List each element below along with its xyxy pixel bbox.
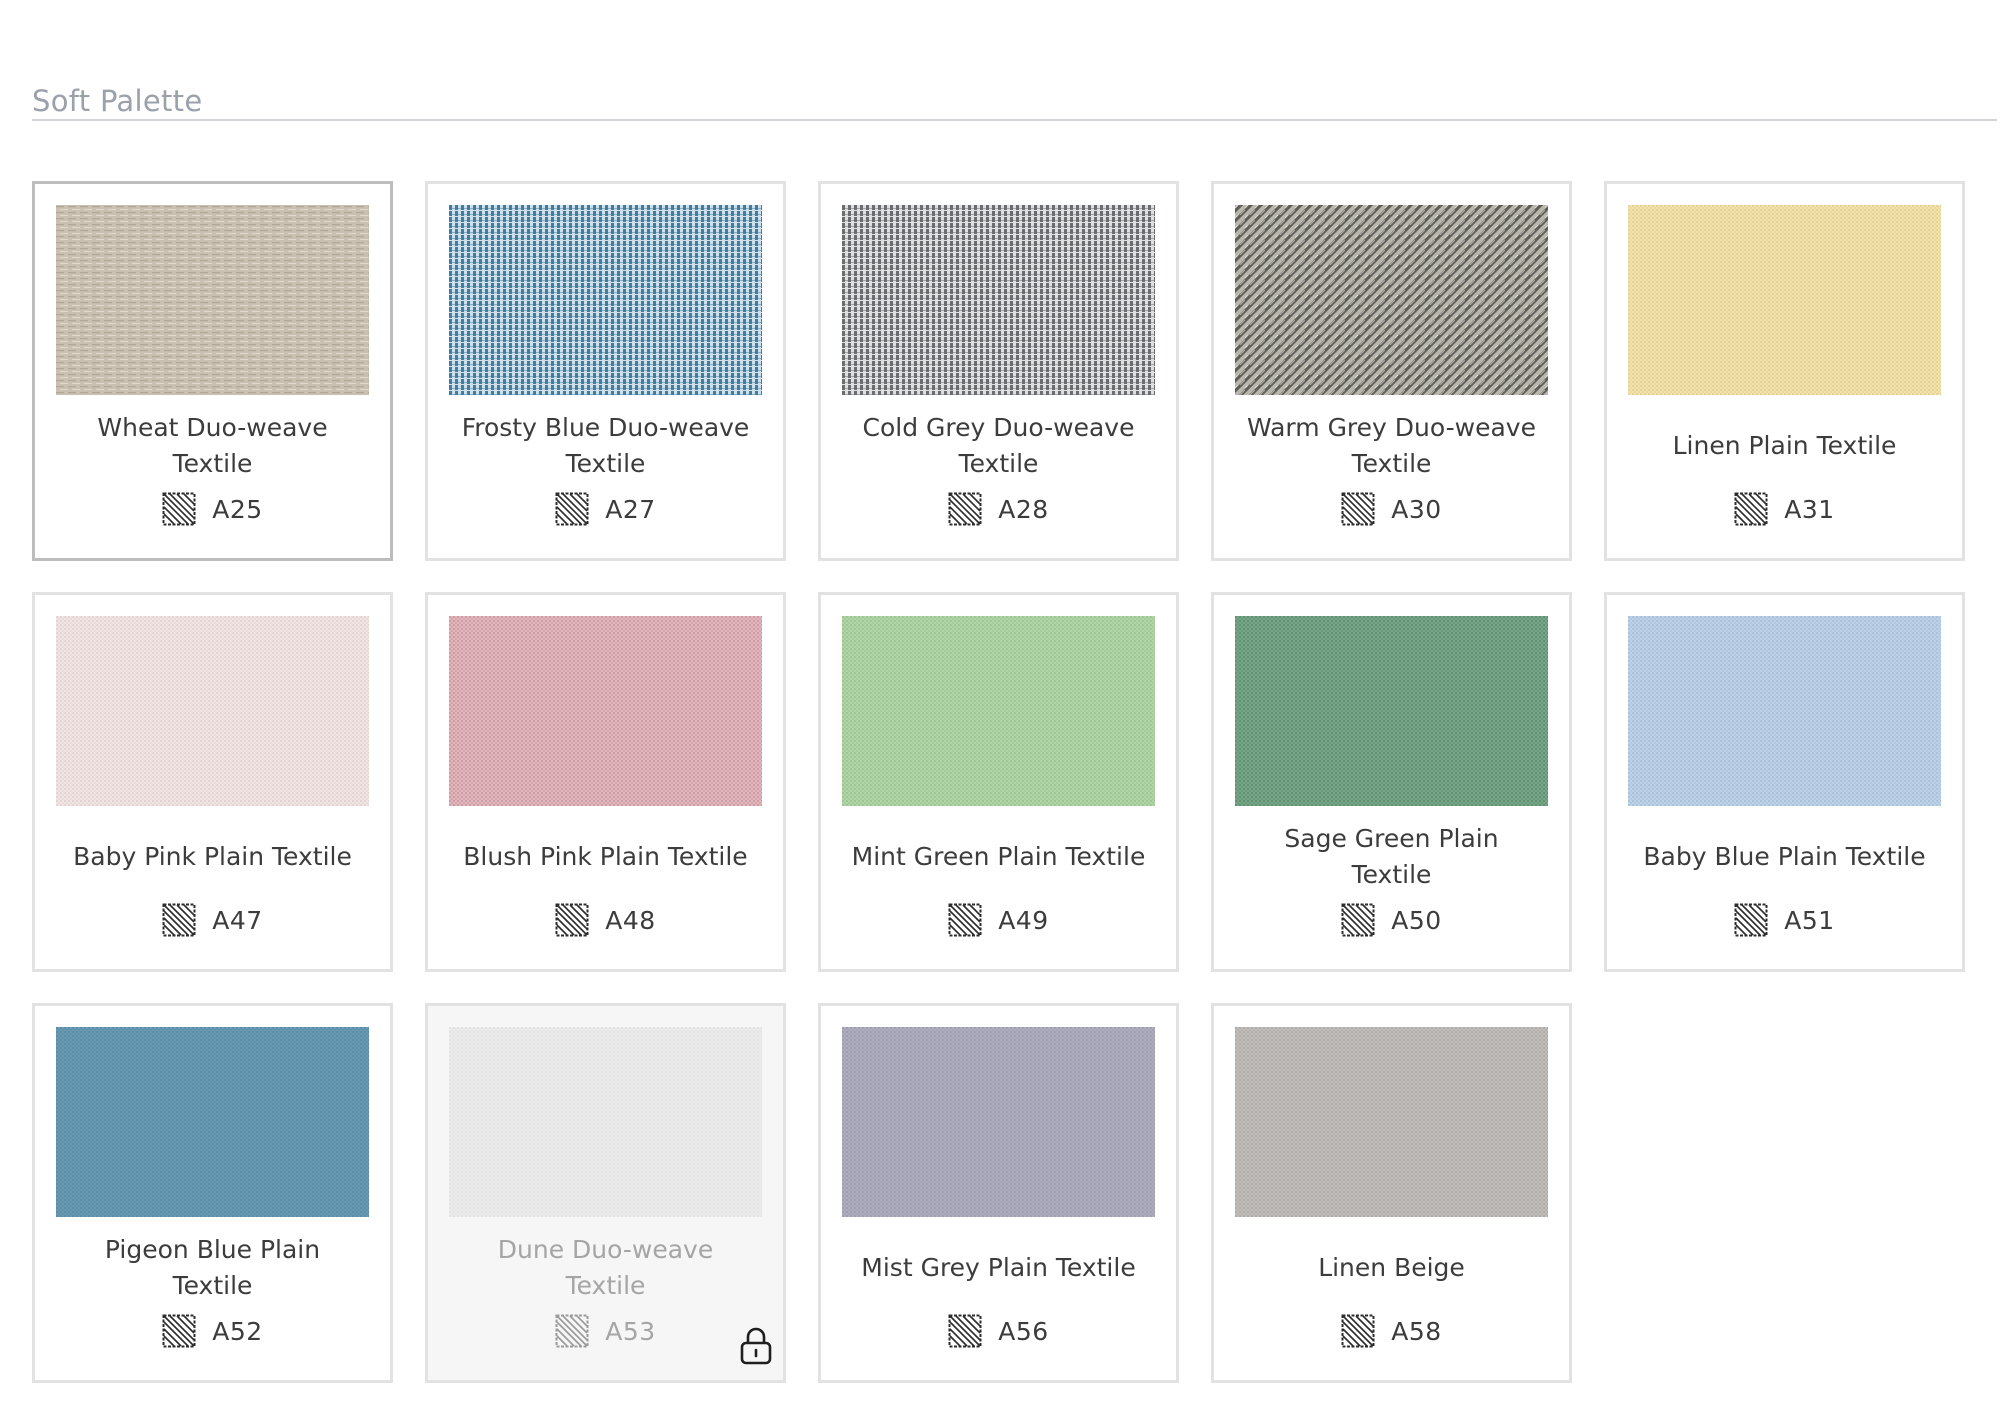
swatch-name: Mint Green Plain Textile (851, 842, 1146, 871)
swatch-name: Baby Pink Plain Textile (73, 842, 352, 871)
swatch-grid: Wheat Duo-weave Textile A25 Frosty Blue Du… (32, 181, 1965, 1383)
fabric-swatch-image (842, 205, 1155, 395)
hatch-pattern-icon (1734, 903, 1768, 937)
fabric-swatch-image (842, 616, 1155, 806)
swatch-name: Linen Plain Textile (1672, 431, 1897, 460)
swatch-name: Mist Grey Plain Textile (861, 1253, 1136, 1282)
swatch-card[interactable]: Mist Grey Plain Textile A56 (818, 1003, 1179, 1383)
swatch-card[interactable]: Blush Pink Plain Textile A48 (425, 592, 786, 972)
swatch-code: A48 (605, 905, 656, 935)
swatch-card[interactable]: Baby Blue Plain Textile A51 (1604, 592, 1965, 972)
fabric-swatch-image (1235, 1027, 1548, 1217)
fabric-swatch-image (1235, 205, 1548, 395)
swatch-code: A25 (212, 494, 263, 524)
fabric-swatch-image (1235, 616, 1548, 806)
swatch-code: A51 (1784, 905, 1835, 935)
hatch-pattern-icon (1734, 492, 1768, 526)
swatch-card[interactable]: Linen Beige A58 (1211, 1003, 1572, 1383)
hatch-pattern-icon (1341, 492, 1375, 526)
swatch-card[interactable]: Wheat Duo-weave Textile A25 (32, 181, 393, 561)
hatch-pattern-icon (555, 1314, 589, 1348)
fabric-swatch-image (449, 205, 762, 395)
hatch-pattern-icon (555, 492, 589, 526)
swatch-code: A27 (605, 494, 656, 524)
swatch-code-row: A56 (821, 1314, 1176, 1348)
fabric-swatch-image (56, 616, 369, 806)
hatch-pattern-icon (948, 903, 982, 937)
swatch-code-row: A30 (1214, 492, 1569, 526)
lock-icon (740, 1327, 772, 1365)
swatch-code-row: A25 (35, 492, 390, 526)
swatch-name: Wheat Duo-weave Textile (97, 413, 328, 478)
swatch-name: Warm Grey Duo-weave Textile (1246, 413, 1536, 478)
swatch-card[interactable]: Sage Green Plain Textile A50 (1211, 592, 1572, 972)
fabric-swatch-image (449, 1027, 762, 1217)
swatch-name: Pigeon Blue Plain Textile (104, 1235, 321, 1300)
hatch-pattern-icon (1341, 903, 1375, 937)
fabric-swatch-image (1628, 616, 1941, 806)
swatch-code: A56 (998, 1316, 1049, 1346)
swatch-card[interactable]: Warm Grey Duo-weave Textile A30 (1211, 181, 1572, 561)
swatch-code-row: A58 (1214, 1314, 1569, 1348)
hatch-pattern-icon (948, 1314, 982, 1348)
swatch-card[interactable]: Pigeon Blue Plain Textile A52 (32, 1003, 393, 1383)
swatch-code-row: A52 (35, 1314, 390, 1348)
swatch-card[interactable]: Linen Plain Textile A31 (1604, 181, 1965, 561)
swatch-code: A53 (605, 1316, 656, 1346)
swatch-code-row: A50 (1214, 903, 1569, 937)
hatch-pattern-icon (555, 903, 589, 937)
swatch-code: A31 (1784, 494, 1835, 524)
section-divider (32, 119, 1997, 121)
swatch-code: A50 (1391, 905, 1442, 935)
swatch-code-row: A53 (428, 1314, 783, 1348)
swatch-code: A58 (1391, 1316, 1442, 1346)
swatch-code-row: A28 (821, 492, 1176, 526)
hatch-pattern-icon (162, 492, 196, 526)
hatch-pattern-icon (162, 903, 196, 937)
swatch-code: A49 (998, 905, 1049, 935)
swatch-code: A30 (1391, 494, 1442, 524)
swatch-name: Baby Blue Plain Textile (1643, 842, 1926, 871)
swatch-code: A52 (212, 1316, 263, 1346)
hatch-pattern-icon (1341, 1314, 1375, 1348)
swatch-code: A47 (212, 905, 263, 935)
fabric-swatch-image (1628, 205, 1941, 395)
fabric-swatch-image (842, 1027, 1155, 1217)
swatch-card[interactable]: Mint Green Plain Textile A49 (818, 592, 1179, 972)
swatch-card: Dune Duo-weave Textile A53 (425, 1003, 786, 1383)
swatch-name: Blush Pink Plain Textile (463, 842, 748, 871)
swatch-name: Dune Duo-weave Textile (497, 1235, 714, 1300)
swatch-name: Cold Grey Duo-weave Textile (862, 413, 1135, 478)
swatch-code-row: A27 (428, 492, 783, 526)
section-title: Soft Palette (32, 84, 203, 119)
swatch-name: Frosty Blue Duo-weave Textile (461, 413, 750, 478)
fabric-swatch-image (449, 616, 762, 806)
swatch-name: Sage Green Plain Textile (1284, 824, 1499, 889)
swatch-card[interactable]: Baby Pink Plain Textile A47 (32, 592, 393, 972)
hatch-pattern-icon (948, 492, 982, 526)
swatch-code-row: A31 (1607, 492, 1962, 526)
hatch-pattern-icon (162, 1314, 196, 1348)
swatch-card[interactable]: Cold Grey Duo-weave Textile A28 (818, 181, 1179, 561)
swatch-card[interactable]: Frosty Blue Duo-weave Textile A27 (425, 181, 786, 561)
swatch-code-row: A49 (821, 903, 1176, 937)
swatch-name: Linen Beige (1318, 1253, 1465, 1282)
swatch-code-row: A51 (1607, 903, 1962, 937)
swatch-code: A28 (998, 494, 1049, 524)
fabric-swatch-image (56, 205, 369, 395)
swatch-code-row: A48 (428, 903, 783, 937)
swatch-code-row: A47 (35, 903, 390, 937)
fabric-swatch-image (56, 1027, 369, 1217)
